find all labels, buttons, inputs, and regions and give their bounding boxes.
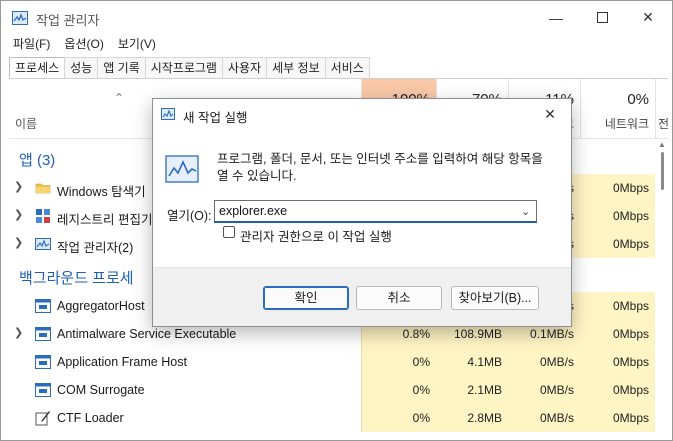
group-background-label: 백그라운드 프로세 — [19, 270, 134, 287]
network-value: 0Mbps — [580, 202, 655, 230]
task-manager-icon — [12, 11, 28, 25]
network-value: 0Mbps — [580, 292, 655, 320]
tab-details[interactable]: 세부 정보 — [266, 57, 326, 78]
process-name: 레지스트리 편집기 — [57, 213, 153, 227]
chevron-right-icon[interactable]: ❯ — [14, 180, 23, 193]
service-icon — [35, 299, 51, 313]
header-network[interactable]: 0% 네트워크 — [580, 79, 655, 139]
header-network-label: 네트워크 — [604, 117, 649, 131]
tab-strip: 프로세스 성능 앱 기록 시작프로그램 사용자 세부 정보 서비스 — [9, 57, 370, 79]
group-apps-label: 앱 (3) — [19, 152, 56, 169]
registry-icon — [36, 209, 50, 223]
table-row[interactable]: Application Frame Host 0% 4.1MB 0MB/s 0M… — [9, 348, 655, 376]
close-icon: ✕ — [642, 9, 654, 25]
task-manager-icon — [35, 238, 51, 250]
cancel-button[interactable]: 취소 — [356, 286, 442, 310]
network-value: 0Mbps — [580, 230, 655, 258]
open-label: 열기(O): — [167, 209, 212, 223]
menu-file[interactable]: 파일(F) — [13, 34, 50, 54]
network-value: 0Mbps — [580, 348, 655, 376]
process-name: Antimalware Service Executable — [57, 327, 237, 341]
chevron-right-icon[interactable]: ❯ — [14, 326, 23, 339]
disk-value: 0MB/s — [508, 376, 580, 404]
chevron-up-icon[interactable]: ⌃ — [114, 91, 124, 105]
cpu-value: 0% — [361, 348, 436, 376]
process-name: Windows 탐색기 — [57, 185, 146, 199]
tab-processes[interactable]: 프로세스 — [9, 57, 66, 79]
network-value: 0Mbps — [580, 376, 655, 404]
process-name: COM Surrogate — [57, 383, 145, 397]
process-name: AggregatorHost — [57, 299, 145, 313]
header-name[interactable]: 이름 — [15, 115, 37, 132]
service-icon — [35, 355, 51, 369]
service-icon — [35, 383, 51, 397]
chevron-right-icon[interactable]: ❯ — [14, 236, 23, 249]
minimize-button[interactable]: — — [533, 1, 579, 34]
header-power[interactable]: 전 — [655, 79, 669, 139]
pen-icon — [35, 411, 50, 426]
header-network-percent: 0% — [627, 91, 649, 108]
header-power-label: 전 — [658, 117, 669, 131]
dialog-close-button[interactable]: ✕ — [533, 102, 567, 126]
minimize-icon: — — [549, 9, 563, 26]
menu-bar: 파일(F) 옵션(O) 보기(V) — [1, 34, 672, 54]
chevron-right-icon[interactable]: ❯ — [14, 208, 23, 221]
menu-options[interactable]: 옵션(O) — [64, 34, 103, 54]
open-combobox-input[interactable] — [214, 200, 537, 223]
memory-value: 2.1MB — [436, 376, 508, 404]
process-name: Application Frame Host — [57, 355, 187, 369]
network-value: 0Mbps — [580, 320, 655, 348]
cpu-value: 0% — [361, 376, 436, 404]
maximize-icon — [596, 12, 608, 23]
browse-button[interactable]: 찾아보기(B)... — [451, 286, 539, 310]
ok-button[interactable]: 확인 — [263, 286, 349, 310]
folder-icon — [35, 183, 51, 194]
scrollbar-thumb[interactable] — [661, 152, 664, 190]
dialog-description: 프로그램, 폴더, 문서, 또는 인터넷 주소를 입력하여 해당 항목을 열 수… — [217, 152, 543, 183]
tab-performance[interactable]: 성능 — [64, 57, 99, 78]
admin-checkbox[interactable] — [223, 226, 235, 238]
table-row[interactable]: CTF Loader 0% 2.8MB 0MB/s 0Mbps — [9, 404, 655, 432]
network-value: 0Mbps — [580, 174, 655, 202]
network-value: 0Mbps — [580, 404, 655, 432]
chevron-down-icon[interactable]: ⌄ — [521, 205, 530, 218]
task-manager-window: 작업 관리자 — ✕ 파일(F) 옵션(O) 보기(V) 프로세스 성능 앱 기… — [0, 0, 673, 441]
title-bar: 작업 관리자 — ✕ — [1, 1, 672, 34]
dialog-title: 새 작업 실행 — [183, 111, 248, 125]
cpu-value: 0% — [361, 404, 436, 432]
run-new-task-dialog: 새 작업 실행 ✕ 프로그램, 폴더, 문서, 또는 인터넷 주소를 입력하여 … — [152, 98, 572, 327]
tab-app-history[interactable]: 앱 기록 — [97, 57, 146, 78]
dialog-footer: 확인 취소 찾아보기(B)... — [153, 267, 571, 326]
process-name: 작업 관리자(2) — [57, 241, 134, 255]
menu-view[interactable]: 보기(V) — [118, 34, 156, 54]
memory-value: 2.8MB — [436, 404, 508, 432]
close-icon: ✕ — [544, 105, 556, 122]
scroll-up-icon[interactable]: ▲ — [658, 140, 666, 149]
window-title: 작업 관리자 — [36, 13, 100, 28]
table-row[interactable]: COM Surrogate 0% 2.1MB 0MB/s 0Mbps — [9, 376, 655, 404]
admin-checkbox-label[interactable]: 관리자 권한으로 이 작업 실행 — [240, 226, 392, 245]
memory-value: 4.1MB — [436, 348, 508, 376]
tab-startup[interactable]: 시작프로그램 — [144, 57, 223, 78]
close-button[interactable]: ✕ — [625, 1, 671, 34]
task-manager-icon — [165, 155, 199, 183]
service-icon — [35, 327, 51, 341]
task-manager-icon — [161, 108, 175, 120]
tab-services[interactable]: 서비스 — [324, 57, 370, 78]
process-name: CTF Loader — [57, 411, 124, 425]
disk-value: 0MB/s — [508, 348, 580, 376]
disk-value: 0MB/s — [508, 404, 580, 432]
vertical-scrollbar[interactable]: ▲ — [658, 140, 668, 440]
maximize-button[interactable] — [579, 1, 625, 34]
tab-users[interactable]: 사용자 — [221, 57, 268, 78]
